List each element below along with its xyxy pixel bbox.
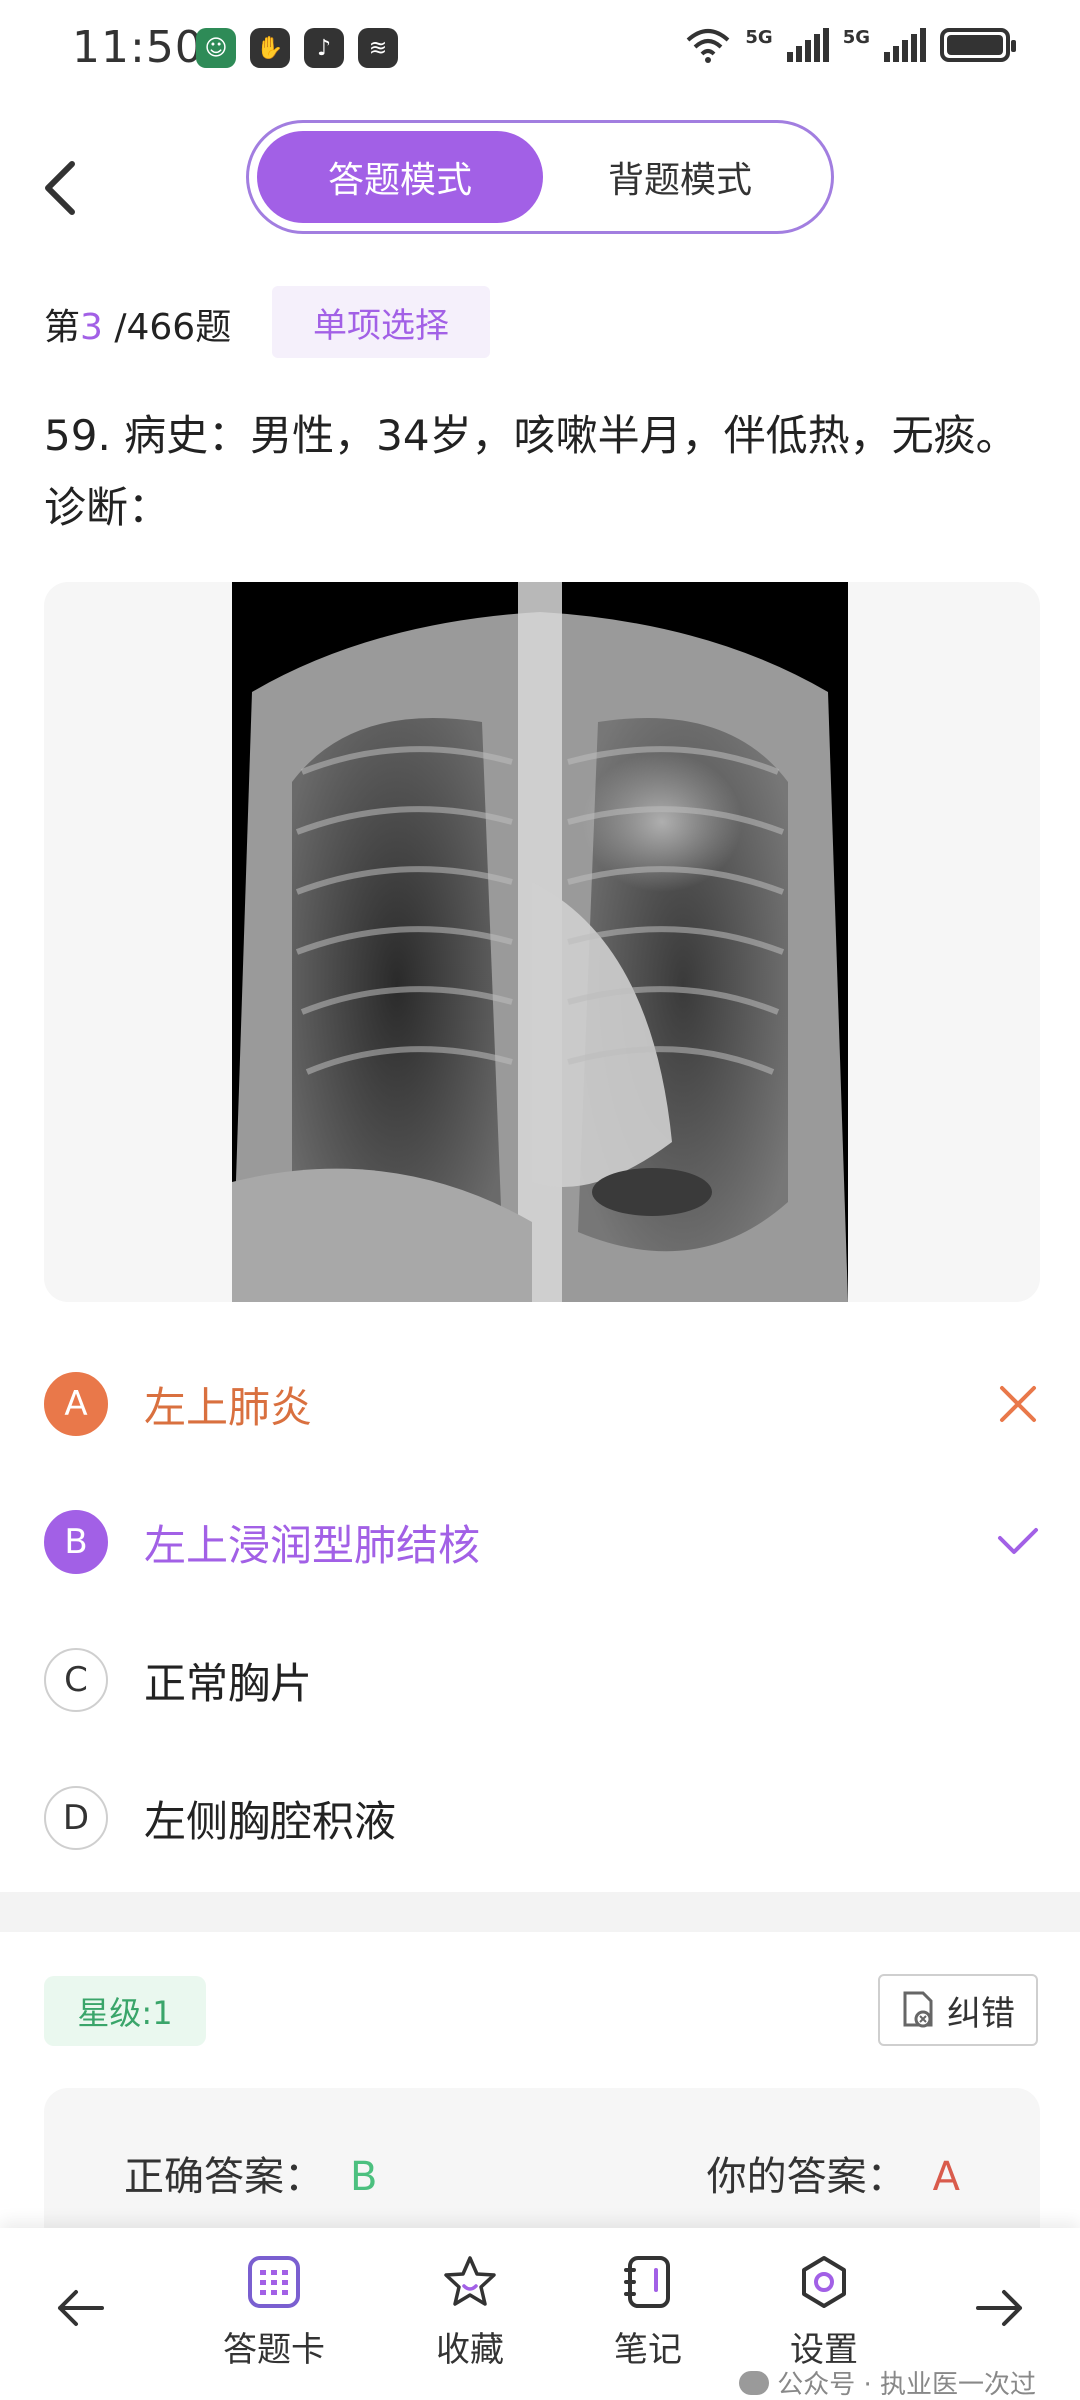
gear-icon — [802, 2256, 846, 2308]
status-bar: 11:50 ☺ ✋ ♪ ≋ 5G 5G — [0, 0, 1080, 100]
option-a-label: 左上肺炎 — [144, 1382, 313, 1432]
correct-answer: 正确答案： B — [124, 2144, 377, 2202]
hand-app-icon: ✋ — [250, 28, 290, 68]
your-answer-label: 你的答案： — [706, 2154, 907, 2200]
option-b-letter: B — [44, 1510, 108, 1574]
signal-icon-2 — [884, 28, 926, 62]
battery-icon — [940, 28, 1016, 62]
question-type-badge: 单项选择 — [272, 286, 490, 358]
tiktok-icon: ♪ — [304, 28, 344, 68]
notebook-icon — [624, 2256, 670, 2308]
next-arrow-icon[interactable] — [972, 2280, 1028, 2336]
wifi-icon — [687, 29, 730, 63]
report-document-icon — [903, 1991, 933, 2028]
wrong-x-icon — [1000, 1386, 1036, 1422]
counter-current: 3 — [80, 307, 103, 348]
report-error-button[interactable]: 纠错 — [878, 1974, 1038, 2046]
network-label-1: 5G — [745, 27, 773, 48]
option-d-label: 左侧胸腔积液 — [144, 1796, 397, 1846]
option-b-label: 左上浸润型肺结核 — [144, 1520, 481, 1570]
correct-answer-value: B — [350, 2154, 378, 2200]
option-c[interactable]: C 正常胸片 — [44, 1630, 1040, 1730]
your-answer-value: A — [932, 2154, 960, 2200]
counter-prefix: 第 — [44, 307, 81, 348]
checkmark-icon — [998, 1528, 1038, 1554]
your-answer: 你的答案： A — [707, 2144, 960, 2202]
tab-memorize-mode[interactable]: 背题模式 — [537, 131, 823, 223]
watermark: 公众号 · 执业医一次过 — [739, 2364, 1036, 2400]
question-image-card[interactable] — [44, 582, 1040, 1302]
star-level-badge: 星级:1 — [44, 1976, 206, 2046]
option-a[interactable]: A 左上肺炎 — [44, 1354, 1040, 1454]
option-d[interactable]: D 左侧胸腔积液 — [44, 1768, 1040, 1868]
question-text: 59. 病史：男性，34岁，咳嗽半月，伴低热，无痰。诊断： — [44, 411, 1018, 532]
status-indicators: 5G 5G — [685, 26, 1016, 64]
audio-app-icon: ≋ — [358, 28, 398, 68]
option-a-letter: A — [44, 1372, 108, 1436]
option-c-letter: C — [44, 1648, 108, 1712]
nav-notes[interactable]: 笔记 — [578, 2254, 718, 2371]
mode-toggle: 答题模式 背题模式 — [246, 120, 834, 234]
report-error-label: 纠错 — [947, 1993, 1015, 2034]
watermark-text: 公众号 · 执业医一次过 — [777, 2370, 1036, 2400]
network-label-2: 5G — [842, 27, 870, 48]
nav-answer-card[interactable]: 答题卡 — [204, 2254, 344, 2371]
option-d-letter: D — [44, 1786, 108, 1850]
tab-answer-mode[interactable]: 答题模式 — [257, 131, 543, 223]
nav-notes-label: 笔记 — [614, 2330, 682, 2370]
option-c-label: 正常胸片 — [144, 1658, 313, 1708]
chest-xray-image[interactable] — [232, 582, 848, 1302]
back-chevron-icon[interactable] — [36, 158, 86, 218]
section-divider — [0, 1892, 1080, 1932]
question-counter: 第3 /466题 — [44, 298, 231, 350]
nav-favorite-label: 收藏 — [436, 2330, 504, 2370]
nav-favorite[interactable]: 收藏 — [400, 2254, 540, 2371]
face-app-icon: ☺ — [196, 28, 236, 68]
previous-arrow-icon[interactable] — [52, 2280, 108, 2336]
bottom-navigation: 答题卡 收藏 笔记 设置 公众号 · 执业医一次过 — [0, 2228, 1080, 2400]
grid-icon — [248, 2256, 300, 2308]
nav-settings[interactable]: 设置 — [754, 2254, 894, 2371]
counter-total: /466题 — [102, 307, 232, 348]
correct-answer-label: 正确答案： — [124, 2154, 324, 2200]
wechat-icon — [739, 2370, 770, 2395]
signal-icon-1 — [786, 28, 829, 62]
status-app-icons: ☺ ✋ ♪ ≋ — [196, 28, 398, 68]
nav-answer-card-label: 答题卡 — [223, 2330, 325, 2370]
option-b[interactable]: B 左上浸润型肺结核 — [44, 1492, 1040, 1592]
status-time: 11:50 — [72, 22, 204, 73]
star-icon — [444, 2256, 496, 2306]
